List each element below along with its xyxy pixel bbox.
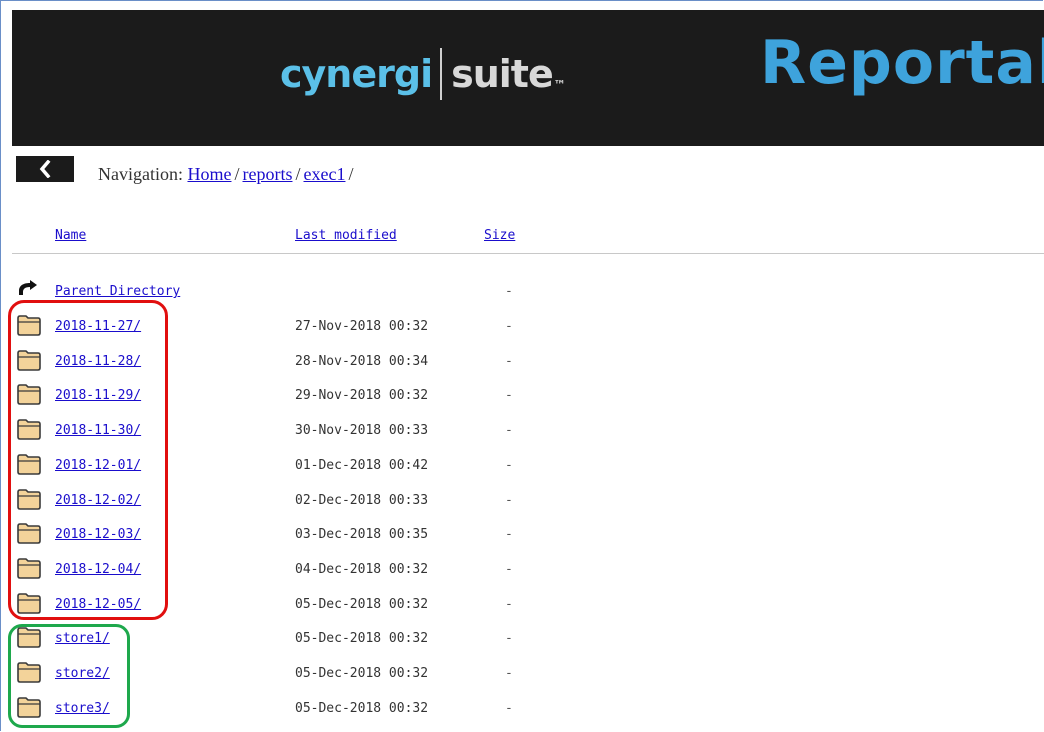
size-value: -	[505, 457, 513, 473]
size-value: -	[505, 666, 513, 681]
size-value: -	[505, 700, 513, 716]
breadcrumb-separator: /	[348, 164, 354, 184]
size-value: -	[505, 631, 513, 647]
size-value: -	[505, 561, 513, 577]
size-value: -	[505, 388, 513, 404]
back-arrow-icon	[19, 280, 37, 295]
last-modified-value: 02-Dec-2018 00:33	[295, 492, 429, 508]
app-title: Reportal	[760, 28, 1044, 98]
logo-primary: cynergi	[280, 52, 433, 96]
breadcrumb-separator: /	[234, 164, 240, 184]
logo-trademark: ™	[553, 78, 566, 92]
chevron-left-icon	[39, 160, 51, 178]
store-folders-highlight	[8, 624, 130, 728]
logo-secondary: suite	[451, 52, 554, 96]
table-row: store2/05-Dec-2018 00:32-	[0, 658, 1044, 688]
last-modified-value: 04-Dec-2018 00:32	[295, 561, 429, 577]
size-value: -	[505, 319, 513, 334]
parent-directory-link[interactable]: Parent Directory	[55, 284, 180, 299]
back-button[interactable]	[16, 156, 74, 182]
last-modified-value: 28-Nov-2018 00:34	[295, 353, 429, 369]
last-modified-value: 27-Nov-2018 00:32	[295, 319, 429, 334]
breadcrumb-separator: /	[295, 164, 301, 184]
breadcrumb-exec1-link[interactable]: exec1	[304, 164, 346, 184]
last-modified-value: 30-Nov-2018 00:33	[295, 423, 429, 439]
breadcrumb-label: Navigation:	[98, 164, 183, 184]
site-header: cynergi suite ™ Reportal	[12, 10, 1044, 146]
breadcrumb-reports-link[interactable]: reports	[243, 164, 293, 184]
size-value: -	[505, 596, 513, 612]
column-header-last-modified[interactable]: Last modified	[295, 228, 397, 243]
column-header-name[interactable]: Name	[55, 228, 86, 243]
last-modified-value: 01-Dec-2018 00:42	[295, 457, 429, 473]
size-value: -	[505, 492, 513, 508]
column-header-size[interactable]: Size	[484, 228, 515, 243]
table-row: store3/05-Dec-2018 00:32-	[0, 693, 1044, 723]
date-folders-highlight	[8, 300, 168, 620]
last-modified-value: 05-Dec-2018 00:32	[295, 666, 429, 681]
size-value: -	[505, 284, 513, 299]
last-modified-value: 03-Dec-2018 00:35	[295, 527, 429, 543]
size-value: -	[505, 423, 513, 439]
last-modified-value: 05-Dec-2018 00:32	[295, 631, 429, 647]
header-divider	[12, 253, 1044, 254]
size-value: -	[505, 527, 513, 543]
last-modified-value: 05-Dec-2018 00:32	[295, 700, 429, 716]
last-modified-value: 05-Dec-2018 00:32	[295, 596, 429, 612]
logo-divider	[440, 48, 443, 100]
last-modified-value: 29-Nov-2018 00:32	[295, 388, 429, 404]
breadcrumb-home-link[interactable]: Home	[187, 164, 231, 184]
cynergi-suite-logo: cynergi suite ™	[280, 44, 566, 104]
table-row: store1/05-Dec-2018 00:32-	[0, 623, 1044, 653]
breadcrumb: Navigation: Home / reports / exec1/	[98, 164, 356, 185]
size-value: -	[505, 353, 513, 369]
